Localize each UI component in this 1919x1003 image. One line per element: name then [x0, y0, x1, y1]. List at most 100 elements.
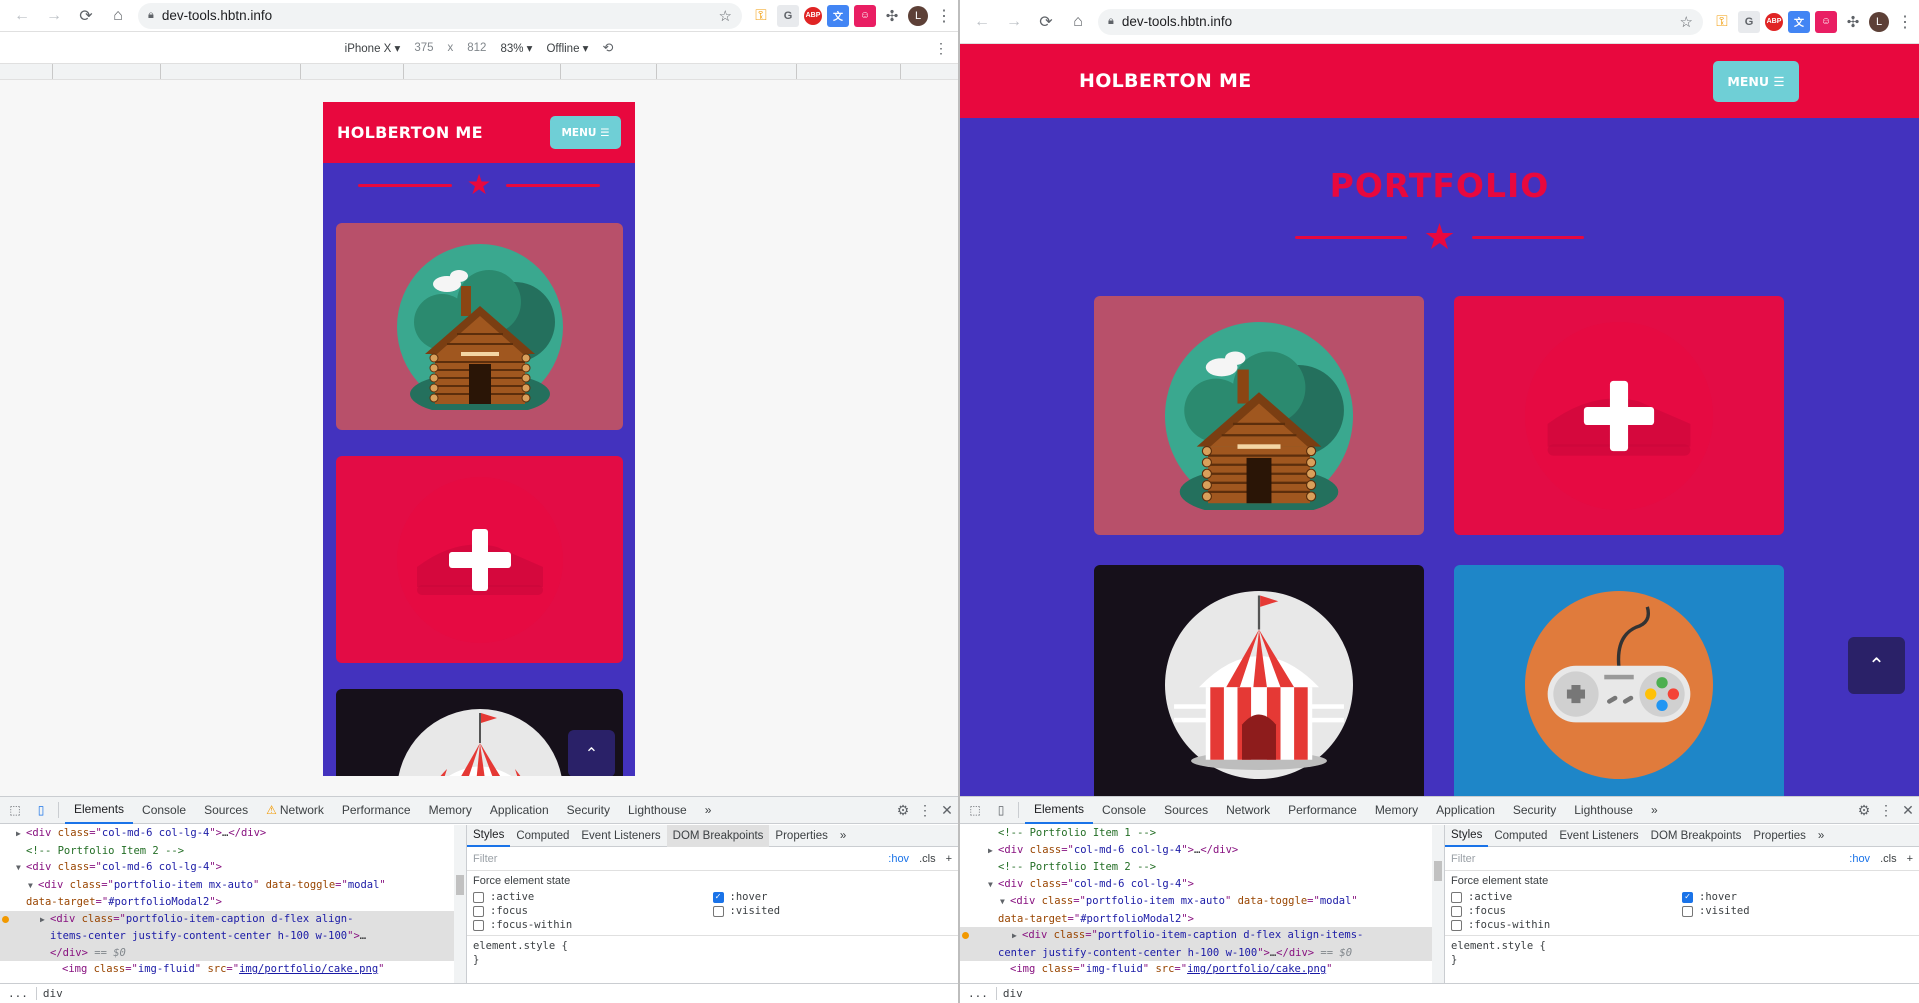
expand-triangle-icon[interactable]: ▶ — [1012, 928, 1022, 945]
translate-icon[interactable]: 文 — [1788, 10, 1810, 33]
more-sidebar-tabs-icon[interactable]: » — [1812, 825, 1830, 847]
inspect-element-icon[interactable]: ⬚ — [964, 799, 986, 821]
portfolio-item-cabin[interactable] — [336, 223, 623, 430]
device-toggle-icon[interactable]: ▯ — [30, 799, 52, 821]
site-brand[interactable]: HOLBERTON ME — [337, 123, 483, 142]
dom-node-line[interactable]: <img class="img-fluid" src="img/portfoli… — [0, 961, 466, 978]
elements-tree[interactable]: ▶ <div class="col-md-6 col-lg-4">…</div> <… — [0, 825, 467, 983]
state-visited-checkbox[interactable]: :visited — [712, 905, 953, 917]
dom-node-line[interactable]: ▶ <div class="col-md-6 col-lg-4">…</div> — [960, 842, 1444, 860]
scroll-to-top-button[interactable]: ⌃ — [1848, 637, 1905, 694]
kebab-menu-icon[interactable]: ⋮ — [1897, 12, 1913, 32]
reload-icon[interactable]: ⟳ — [74, 4, 98, 28]
dom-node-line[interactable]: ▶ <div class="portfolio-item-caption d-fl… — [960, 927, 1444, 945]
gear-icon[interactable]: ⚙ — [1853, 802, 1875, 819]
tab-network[interactable]: Network — [1217, 797, 1279, 824]
close-icon[interactable]: ✕ — [936, 802, 958, 819]
tab-memory[interactable]: Memory — [420, 797, 481, 824]
more-sidebar-tabs-icon[interactable]: » — [834, 825, 852, 847]
state-active-checkbox[interactable]: :active — [473, 891, 713, 903]
home-icon[interactable]: ⌂ — [1066, 10, 1090, 34]
tab-sources[interactable]: Sources — [1155, 797, 1217, 824]
tab-security[interactable]: Security — [558, 797, 619, 824]
gear-icon[interactable]: ⚙ — [892, 802, 914, 819]
state-hover-checkbox[interactable]: ✓:hover — [1682, 891, 1913, 903]
expand-triangle-icon[interactable]: ▶ — [40, 912, 50, 929]
inspect-element-icon[interactable]: ⬚ — [4, 799, 26, 821]
tab-event-listeners[interactable]: Event Listeners — [1553, 825, 1644, 847]
menu-button[interactable]: MENU ☰ — [1713, 60, 1799, 102]
bookmark-star-icon[interactable]: ☆ — [1680, 13, 1693, 31]
device-width-input[interactable]: 375 — [414, 42, 433, 54]
back-arrow-icon[interactable]: ← — [970, 10, 994, 34]
key-extension-icon[interactable]: ⚿ — [1711, 11, 1733, 33]
portfolio-item-game[interactable] — [1454, 565, 1784, 796]
tab-styles[interactable]: Styles — [1445, 825, 1489, 847]
element-style-rule[interactable]: element.style { } — [467, 936, 958, 970]
cls-toggle[interactable]: .cls — [1880, 853, 1897, 865]
state-visited-checkbox[interactable]: :visited — [1682, 905, 1913, 917]
extensions-puzzle-icon[interactable]: ✣ — [881, 5, 903, 27]
state-active-checkbox[interactable]: :active — [1451, 891, 1682, 903]
elements-scrollbar[interactable] — [1432, 825, 1444, 983]
tab-console[interactable]: Console — [133, 797, 195, 824]
tab-styles[interactable]: Styles — [467, 825, 511, 847]
media-query-ruler[interactable] — [0, 63, 958, 80]
face-extension-icon[interactable]: ☺ — [1815, 10, 1837, 33]
portfolio-item-cabin[interactable] — [1094, 296, 1424, 535]
state-hover-checkbox[interactable]: ✓:hover — [712, 891, 953, 903]
kebab-menu-icon[interactable]: ⋮ — [936, 6, 952, 26]
device-select[interactable]: iPhone X ▾ — [345, 41, 401, 55]
tab-elements[interactable]: Elements — [65, 797, 134, 824]
home-icon[interactable]: ⌂ — [106, 4, 130, 28]
google-extension-icon[interactable]: G — [777, 4, 799, 27]
dom-node-line[interactable]: <!-- Portfolio Item 1 --> — [960, 825, 1444, 842]
tab-performance[interactable]: Performance — [1279, 797, 1366, 824]
tab-lighthouse[interactable]: Lighthouse — [1565, 797, 1642, 824]
profile-avatar[interactable]: L — [908, 5, 928, 26]
dom-node-line[interactable]: <!-- Portfolio Item 2 --> — [960, 859, 1444, 876]
devtools-kebab-icon[interactable]: ⋮ — [1875, 802, 1897, 819]
bookmark-star-icon[interactable]: ☆ — [719, 7, 732, 25]
more-tabs-icon[interactable]: » — [696, 797, 721, 824]
device-toggle-icon[interactable]: ▯ — [990, 799, 1012, 821]
address-bar[interactable]: 🔒︎ dev-tools.hbtn.info ☆ — [138, 2, 742, 29]
collapse-triangle-icon[interactable]: ▼ — [16, 860, 26, 877]
expand-triangle-icon[interactable]: ▶ — [988, 843, 998, 860]
hov-toggle[interactable]: :hov — [1849, 853, 1870, 865]
tab-event-listeners[interactable]: Event Listeners — [575, 825, 666, 847]
breadcrumb-overflow[interactable]: ... — [960, 987, 997, 1000]
site-brand[interactable]: HOLBERTON ME — [1079, 70, 1252, 92]
dom-node-line[interactable]: ▶ <div class="col-md-6 col-lg-4">…</div> — [0, 825, 466, 843]
rotate-icon[interactable]: ⟲ — [602, 40, 613, 56]
tab-console[interactable]: Console — [1093, 797, 1155, 824]
breadcrumb-overflow[interactable]: ... — [0, 987, 37, 1000]
styles-filter[interactable]: Filter :hov .cls + — [1445, 847, 1919, 871]
tab-application[interactable]: Application — [481, 797, 558, 824]
dom-node-line[interactable]: ▼ <div class="col-md-6 col-lg-4"> — [0, 859, 466, 877]
tab-dom-breakpoints[interactable]: DOM Breakpoints — [1645, 825, 1748, 847]
tab-computed[interactable]: Computed — [510, 825, 575, 847]
key-extension-icon[interactable]: ⚿ — [750, 5, 772, 27]
zoom-select[interactable]: 83% ▾ — [500, 41, 532, 55]
network-throttle-select[interactable]: Offline ▾ — [546, 41, 588, 55]
dom-node-line[interactable]: ▼ <div class="portfolio-item mx-auto" dat… — [0, 877, 466, 895]
new-rule-icon[interactable]: + — [946, 853, 952, 865]
google-extension-icon[interactable]: G — [1738, 10, 1760, 33]
tab-security[interactable]: Security — [1504, 797, 1565, 824]
dom-node-line[interactable]: ▼ <div class="portfolio-item mx-auto" dat… — [960, 893, 1444, 911]
scroll-to-top-button[interactable]: ⌃ — [568, 730, 615, 776]
dom-node-line[interactable]: ▼ <div class="col-md-6 col-lg-4"> — [960, 876, 1444, 894]
state-focus-checkbox[interactable]: :focus — [473, 905, 713, 917]
tab-network[interactable]: ⚠ Network — [257, 797, 333, 824]
collapse-triangle-icon[interactable]: ▼ — [28, 878, 38, 895]
breadcrumb-item[interactable]: div — [997, 987, 1029, 1000]
portfolio-item-circus[interactable] — [1094, 565, 1424, 796]
portfolio-item-cake[interactable] — [336, 456, 623, 663]
profile-avatar[interactable]: L — [1869, 11, 1889, 32]
face-extension-icon[interactable]: ☺ — [854, 4, 876, 27]
state-focus-checkbox[interactable]: :focus — [1451, 905, 1682, 917]
tab-properties[interactable]: Properties — [1747, 825, 1811, 847]
element-style-rule[interactable]: element.style { } — [1445, 936, 1919, 970]
dom-node-line[interactable]: </div> == $0 — [0, 944, 466, 961]
